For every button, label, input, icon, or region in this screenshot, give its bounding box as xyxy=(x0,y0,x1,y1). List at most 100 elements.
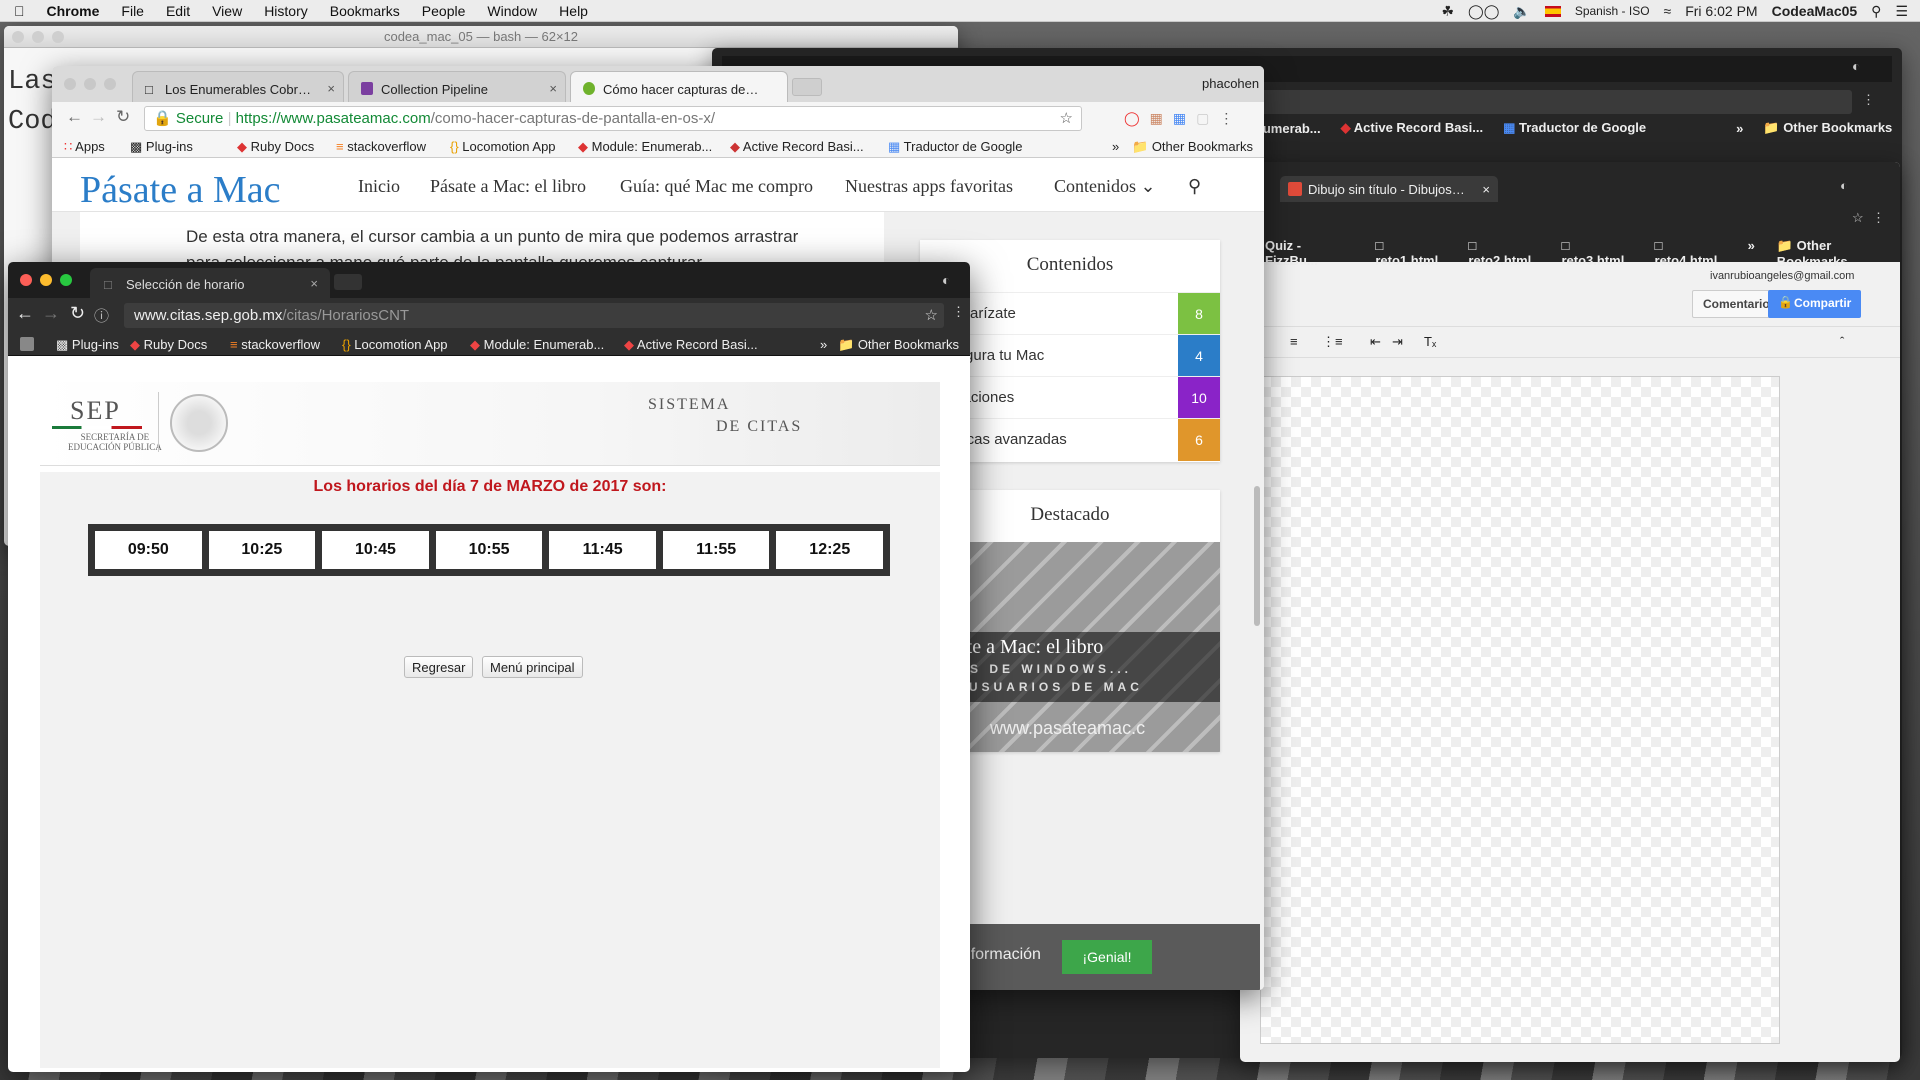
volume-icon[interactable]: 🔈 xyxy=(1513,3,1530,20)
decrease-indent-icon[interactable]: ⇤ xyxy=(1370,334,1381,350)
forward-icon[interactable]: → xyxy=(42,303,60,324)
menu-principal-button[interactable]: Menú principal xyxy=(482,656,583,678)
menu-dots-icon[interactable]: ⋮ xyxy=(952,304,965,320)
bookmark-item[interactable]: □ reto2.html xyxy=(1468,238,1539,268)
evernote-icon[interactable]: ☘ xyxy=(1441,3,1454,20)
time-slot[interactable]: 11:55 xyxy=(660,529,772,571)
bookmark-item[interactable]: ◆ Ruby Docs xyxy=(130,337,207,353)
address-bar[interactable]: www.citas.sep.gob.mx/citas/HorariosCNT ☆ xyxy=(124,303,944,328)
time-slot[interactable]: 11:45 xyxy=(547,529,658,571)
bookmark-star-icon[interactable]: ☆ xyxy=(1852,210,1864,226)
translate-extension-icon[interactable]: ▦ xyxy=(1173,110,1186,127)
input-source-label[interactable]: Spanish - ISO xyxy=(1575,4,1650,18)
drawings-window[interactable]: Dibujo sin título - Dibujos de G × ◐ ☆ ⋮… xyxy=(1240,162,1900,1062)
time-slot[interactable]: 10:45 xyxy=(320,529,431,571)
tab-seleccion-horario[interactable]: □ Selección de horario × xyxy=(90,268,330,298)
nav-inicio[interactable]: Inicio xyxy=(358,176,400,197)
nav-apps-favoritas[interactable]: Nuestras apps favoritas xyxy=(845,176,1013,197)
new-tab-button[interactable] xyxy=(334,274,362,290)
minimize-button[interactable] xyxy=(32,31,44,43)
glasses-icon[interactable]: ◯◯ xyxy=(1468,3,1499,20)
time-slot[interactable]: 09:50 xyxy=(93,529,204,571)
bookmark-item[interactable]: ▦ Traductor de Google xyxy=(1503,120,1646,136)
menu-history[interactable]: History xyxy=(264,3,308,19)
bookmark-star-icon[interactable]: ☆ xyxy=(925,303,938,328)
menu-bookmarks[interactable]: Bookmarks xyxy=(330,3,400,19)
info-icon[interactable]: ⓘ xyxy=(94,305,109,326)
bookmark-item[interactable]: □ reto1.html xyxy=(1375,238,1446,268)
profile-name[interactable]: phacohen xyxy=(1202,76,1259,91)
bulleted-list-icon[interactable]: ⋮≡ xyxy=(1322,334,1343,350)
search-icon[interactable]: ⚲ xyxy=(1188,176,1201,197)
menu-app-name[interactable]: Chrome xyxy=(47,3,100,19)
zoom-button[interactable] xyxy=(52,31,64,43)
clear-formatting-icon[interactable]: Tₓ xyxy=(1424,334,1436,349)
spotlight-icon[interactable]: ⚲ xyxy=(1871,3,1881,20)
apple-icon[interactable]:  xyxy=(14,3,25,19)
menu-window[interactable]: Window xyxy=(487,3,537,19)
terminal-output[interactable]: Las Cod xyxy=(8,62,57,142)
apps-icon[interactable] xyxy=(20,337,34,351)
other-bookmarks[interactable]: 📁 Other Bookmarks xyxy=(838,337,959,353)
site-logo[interactable]: Pásate a Mac xyxy=(80,168,280,212)
menu-edit[interactable]: Edit xyxy=(166,3,190,19)
regresar-button[interactable]: Regresar xyxy=(404,656,474,678)
drawing-canvas[interactable] xyxy=(1260,376,1780,1044)
address-bar[interactable] xyxy=(1192,90,1852,114)
time-slot[interactable]: 12:25 xyxy=(774,529,886,571)
user-name[interactable]: CodeaMac05 xyxy=(1772,3,1858,19)
wifi-icon[interactable]: ≈ xyxy=(1664,3,1672,19)
zoom-button[interactable] xyxy=(60,274,72,286)
bookmark-item[interactable]: ▦ Traductor de Google xyxy=(888,139,1022,155)
bookmark-item[interactable]: □ reto3.html xyxy=(1561,238,1632,268)
reload-icon[interactable]: ↻ xyxy=(70,303,85,324)
bookmark-item[interactable]: □ reto4.html xyxy=(1655,238,1726,268)
bookmark-item[interactable]: ≡ stackoverflow xyxy=(230,337,320,352)
close-tab-icon[interactable]: × xyxy=(1482,182,1490,197)
bookmark-item[interactable]: Quiz - FizzBu... xyxy=(1265,238,1353,268)
bookmark-item[interactable]: ◆ Ruby Docs xyxy=(237,139,314,155)
input-source-flag-icon[interactable] xyxy=(1544,5,1561,17)
account-email[interactable]: ivanrubioangeles@gmail.com xyxy=(1710,270,1854,282)
zoom-button[interactable] xyxy=(104,78,116,90)
bookmark-item[interactable]: ≡ stackoverflow xyxy=(336,139,426,154)
time-slot[interactable]: 10:25 xyxy=(206,529,318,571)
minimize-button[interactable] xyxy=(40,274,52,286)
nav-libro[interactable]: Pásate a Mac: el libro xyxy=(430,176,586,197)
menu-file[interactable]: File xyxy=(121,3,144,19)
close-tab-icon[interactable]: × xyxy=(310,276,318,291)
bookmark-item[interactable]: ◆ Active Record Basi... xyxy=(624,337,758,353)
tab-drawing[interactable]: Dibujo sin título - Dibujos de G × xyxy=(1280,176,1498,202)
time-slot[interactable]: 10:55 xyxy=(433,529,545,571)
nav-guia[interactable]: Guía: qué Mac me compro xyxy=(620,176,813,197)
opera-extension-icon[interactable]: ◯ xyxy=(1124,110,1140,127)
nav-contenidos[interactable]: Contenidos ⌄ xyxy=(1054,176,1156,197)
bookmarks-overflow[interactable]: » xyxy=(820,337,827,352)
bookmark-item[interactable]: ◆ Active Record Basi... xyxy=(730,139,864,155)
back-icon[interactable]: ← xyxy=(66,107,83,127)
close-button[interactable] xyxy=(12,31,24,43)
menu-dots-icon[interactable]: ⋮ xyxy=(1872,210,1885,226)
close-tab-icon[interactable]: × xyxy=(549,81,557,96)
new-tab-button[interactable] xyxy=(792,78,822,96)
extension-icon[interactable]: ▦ xyxy=(1150,110,1163,127)
minimize-button[interactable] xyxy=(84,78,96,90)
bookmark-item[interactable]: {} Locomotion App xyxy=(342,337,448,352)
bookmark-apps[interactable]: ∷ Apps xyxy=(64,139,105,155)
bookmark-item[interactable]: {} Locomotion App xyxy=(450,139,556,154)
bookmarks-overflow[interactable]: » xyxy=(1748,238,1755,258)
menu-help[interactable]: Help xyxy=(559,3,588,19)
share-button[interactable]: 🔒 Compartir xyxy=(1768,290,1862,318)
clock[interactable]: Fri 6:02 PM xyxy=(1685,3,1757,19)
other-bookmarks[interactable]: 📁 Other Bookmarks xyxy=(1763,120,1892,136)
close-button[interactable] xyxy=(64,78,76,90)
other-bookmarks[interactable]: 📁 Other Bookmarks xyxy=(1132,139,1253,155)
collapse-toolbar-icon[interactable]: ˆ xyxy=(1840,334,1844,349)
bookmark-item[interactable]: ▩ Plug-ins xyxy=(56,337,119,353)
scrollbar[interactable] xyxy=(1254,486,1260,626)
bookmark-item[interactable]: ◆ Module: Enumerab... xyxy=(578,139,712,155)
tab-como-hacer-capturas[interactable]: Cómo hacer capturas de pant xyxy=(570,71,788,102)
bookmark-item[interactable]: ▩ Plug-ins xyxy=(130,139,193,155)
other-bookmarks[interactable]: 📁 Other Bookmarks xyxy=(1777,238,1900,269)
menu-view[interactable]: View xyxy=(212,3,242,19)
